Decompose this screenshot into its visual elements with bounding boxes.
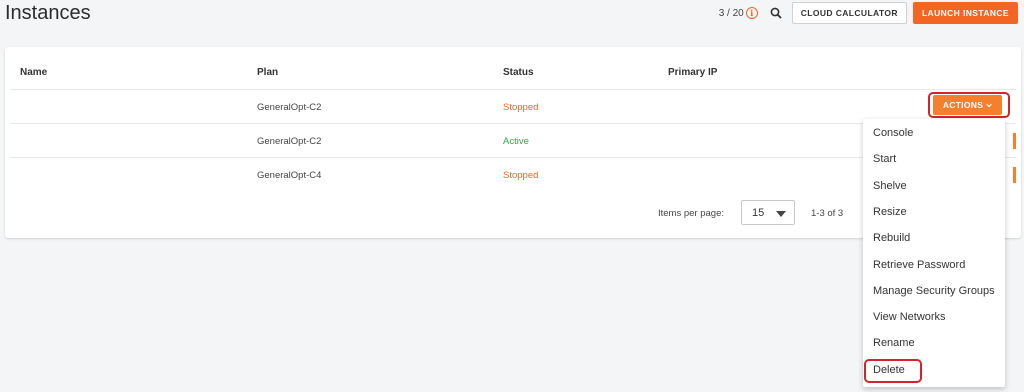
column-header-name: Name (20, 67, 48, 78)
menu-item-view-networks[interactable]: View Networks (873, 309, 946, 325)
header-toolbar: 3 / 20 i CLOUD CALCULATOR LAUNCH INSTANC… (719, 2, 1018, 24)
status-badge: Stopped (503, 102, 539, 113)
search-icon[interactable] (768, 5, 784, 21)
cloud-calculator-button[interactable]: CLOUD CALCULATOR (791, 2, 907, 24)
actions-menu: Console Start Shelve Resize Rebuild Retr… (863, 119, 1005, 387)
quota-text: 3 / 20 (718, 7, 744, 19)
menu-item-shelve[interactable]: Shelve (873, 178, 907, 194)
items-per-page-select[interactable]: 15 (741, 200, 795, 225)
instance-quota: 3 / 20 i (719, 7, 758, 19)
column-header-primary-ip: Primary IP (668, 67, 718, 78)
launch-instance-button[interactable]: LAUNCH INSTANCE (912, 2, 1018, 24)
menu-item-rename[interactable]: Rename (873, 335, 915, 351)
row-plan: GeneralOpt-C4 (257, 170, 322, 181)
status-badge: Active (503, 136, 529, 147)
items-per-page-label: Items per page: (658, 208, 725, 219)
actions-highlight (928, 92, 1010, 118)
info-icon[interactable]: i (745, 7, 758, 19)
pagination-range: 1-3 of 3 (811, 208, 844, 219)
menu-item-console[interactable]: Console (873, 125, 913, 141)
page-title: Instances (5, 2, 91, 24)
caret-down-icon (776, 211, 786, 217)
row-plan: GeneralOpt-C2 (257, 102, 322, 113)
menu-item-resize[interactable]: Resize (873, 204, 907, 220)
menu-item-start[interactable]: Start (873, 151, 896, 167)
row-actions-button[interactable] (1013, 167, 1016, 183)
column-header-status: Status (503, 67, 534, 78)
menu-item-manage-security-groups[interactable]: Manage Security Groups (873, 283, 995, 299)
menu-item-retrieve-password[interactable]: Retrieve Password (873, 257, 965, 273)
delete-highlight (864, 359, 922, 383)
row-plan: GeneralOpt-C2 (257, 136, 322, 147)
menu-item-rebuild[interactable]: Rebuild (873, 230, 910, 246)
column-header-plan: Plan (257, 67, 279, 78)
items-per-page-value: 15 (752, 207, 765, 219)
status-badge: Stopped (503, 170, 539, 181)
row-actions-button[interactable] (1013, 133, 1016, 149)
